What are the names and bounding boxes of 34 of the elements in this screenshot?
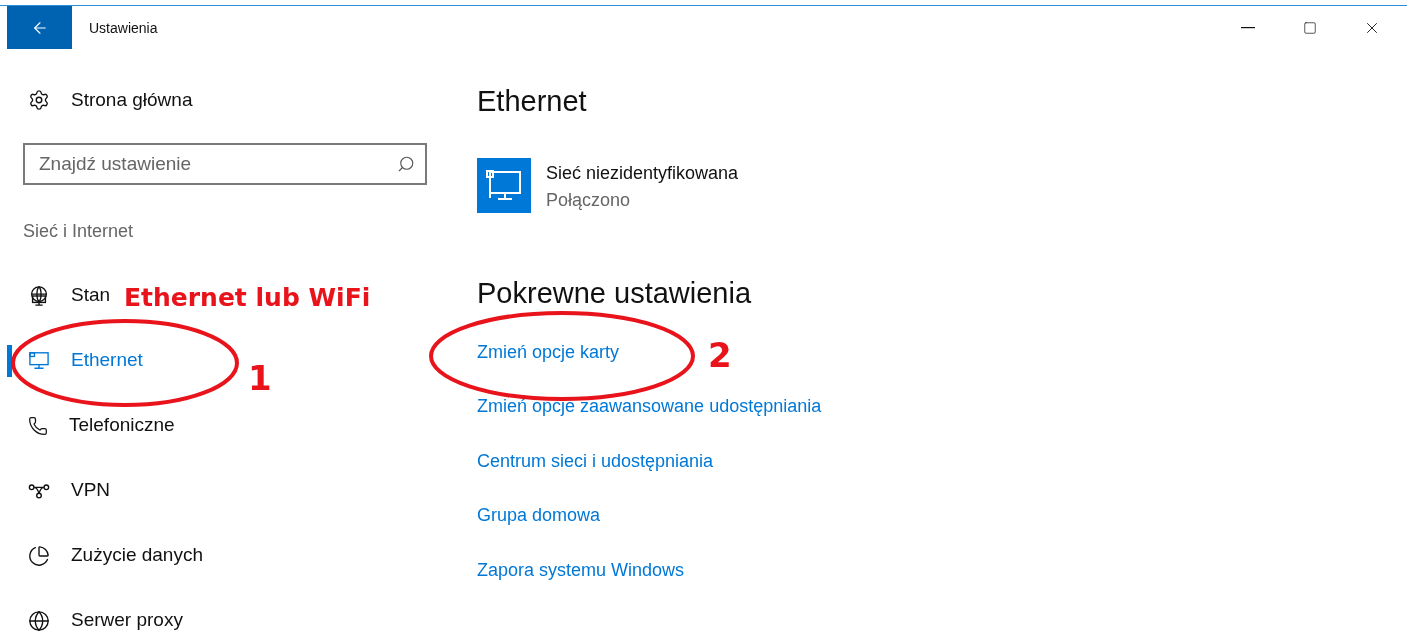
settings-link[interactable]: Zmień opcje karty <box>477 338 620 366</box>
settings-link[interactable]: Zmień opcje zaawansowane udostępniania <box>477 393 822 421</box>
globe-icon <box>28 609 50 632</box>
network-name: Sieć niezidentyfikowana <box>546 161 739 185</box>
nav-item[interactable]: Zużycie danych <box>7 539 211 572</box>
settings-icon <box>28 89 50 111</box>
section-label: Sieć i Internet <box>23 220 135 242</box>
phone-icon <box>28 415 48 436</box>
maximize-icon <box>1303 20 1317 35</box>
settings-link[interactable]: Zapora systemu Windows <box>477 556 685 584</box>
monitor-icon <box>28 350 50 371</box>
annotation-number: 1 <box>248 361 272 395</box>
globe-monitor-icon <box>28 284 50 307</box>
nav-item[interactable]: Ethernet <box>7 344 151 377</box>
vpn-icon <box>28 481 50 500</box>
settings-link[interactable]: Grupa domowa <box>477 502 601 530</box>
search-icon <box>397 155 415 173</box>
network-tile-icon <box>477 158 531 213</box>
nav-item[interactable]: Serwer proxy <box>7 604 191 637</box>
window-title: Ustawienia <box>89 19 158 38</box>
nav-item[interactable]: Telefoniczne <box>7 409 183 442</box>
annotation-number: 2 <box>708 338 732 372</box>
back-button[interactable] <box>7 6 72 49</box>
search-field[interactable]: Znajdź ustawienie <box>23 143 427 185</box>
minimize-icon <box>1241 26 1255 29</box>
network-status: Połączono <box>546 188 632 212</box>
page-heading: Ethernet <box>477 84 588 119</box>
home-nav-item[interactable]: Strona główna <box>28 80 193 120</box>
nav-item[interactable]: Stan <box>7 279 119 312</box>
annotation-note: Ethernet lub WiFi <box>124 282 371 314</box>
settings-link[interactable]: Centrum sieci i udostępniania <box>477 447 714 475</box>
pie-chart-icon <box>28 544 50 567</box>
nav-item[interactable]: VPN <box>7 474 119 507</box>
section-heading: Pokrewne ustawienia <box>477 276 753 311</box>
